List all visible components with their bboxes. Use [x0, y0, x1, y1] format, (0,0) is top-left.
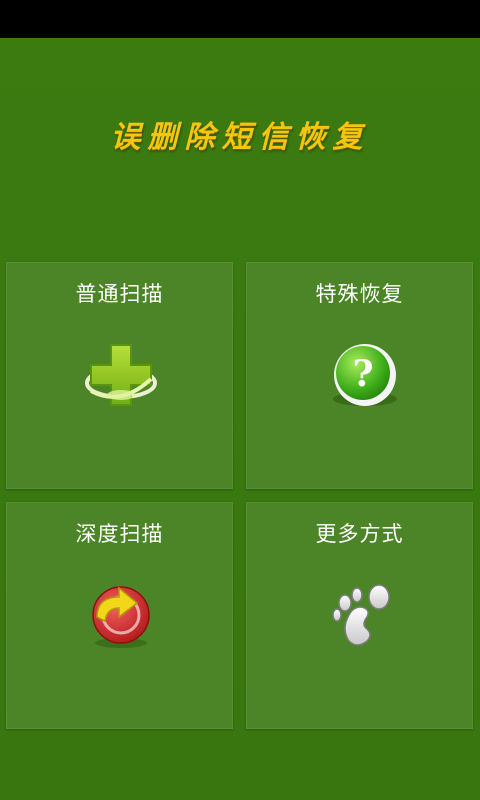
question-icon: ? [323, 337, 399, 413]
status-bar [0, 0, 480, 38]
svg-text:?: ? [352, 353, 373, 395]
more-options-label: 更多方式 [315, 522, 404, 546]
deep-scan-button[interactable]: 深度扫描 [6, 502, 233, 729]
deep-scan-label: 深度扫描 [75, 522, 164, 546]
special-recovery-label: 特殊恢复 [315, 282, 404, 306]
normal-scan-label: 普通扫描 [75, 282, 164, 306]
app-title: 误删除短信恢复 [110, 120, 370, 155]
special-recovery-button[interactable]: 特殊恢复 ? [246, 262, 473, 489]
green-plus-icon [83, 337, 159, 413]
refresh-arrow-icon [83, 577, 159, 653]
footprint-icon [323, 577, 399, 653]
more-options-button[interactable]: 更多方式 [246, 502, 473, 729]
normal-scan-button[interactable]: 普通扫描 [6, 262, 233, 489]
